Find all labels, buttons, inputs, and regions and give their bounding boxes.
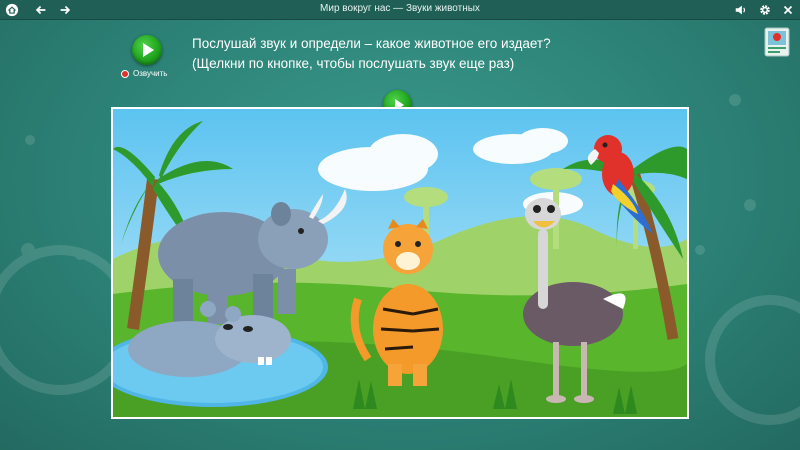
record-icon (121, 69, 129, 78)
animal-scene (111, 107, 689, 419)
play-icon (143, 43, 154, 57)
instruction-line-1: Послушай звук и определи – какое животно… (192, 36, 551, 51)
replay-sound-button[interactable] (132, 35, 162, 65)
voice-label: Озвучить (133, 69, 168, 78)
voice-toggle[interactable]: Озвучить (121, 69, 167, 78)
gear-icon (760, 5, 770, 15)
close-button[interactable] (780, 2, 796, 18)
top-toolbar: Мир вокруг нас — Звуки животных (0, 0, 800, 20)
volume-button[interactable] (733, 2, 749, 18)
book-icon[interactable] (764, 27, 790, 57)
task-instruction: Послушай звук и определи – какое животно… (192, 34, 632, 74)
settings-button[interactable] (757, 2, 773, 18)
window-title: Мир вокруг нас — Звуки животных (320, 3, 480, 14)
close-icon (783, 5, 793, 15)
volume-icon (735, 5, 746, 15)
instruction-line-2: (Щелкни по кнопке, чтобы послушать звук … (192, 56, 515, 71)
